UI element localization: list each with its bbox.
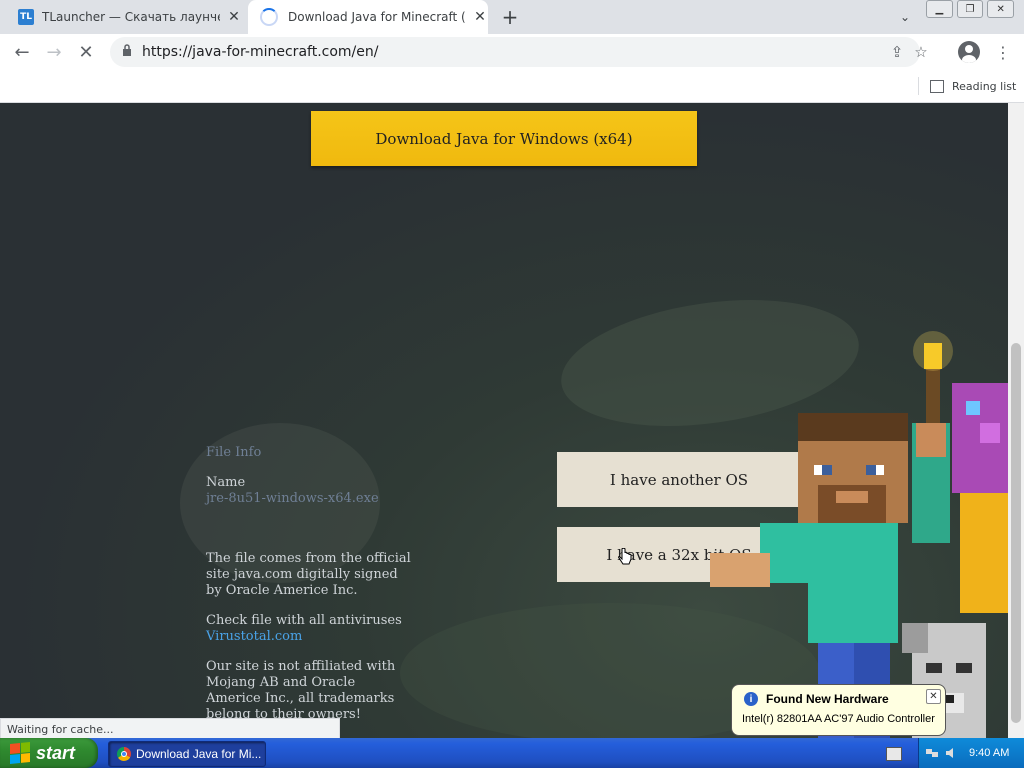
windows-taskbar: start Download Java for Mi... 9:40 AM xyxy=(0,738,1024,768)
scrollbar-thumb[interactable] xyxy=(1011,343,1021,723)
tab-tlauncher[interactable]: TL TLauncher — Скачать лаунчер Ma ✕ xyxy=(0,0,248,34)
disclaimer-text: Our site is not affiliated with xyxy=(206,659,396,674)
stop-loading-icon[interactable]: ✕ xyxy=(74,40,98,64)
file-name-value: jre-8u51-windows-x64.exe xyxy=(206,491,379,506)
reading-list-button[interactable]: Reading list xyxy=(930,76,1016,96)
person-icon xyxy=(962,45,976,63)
file-name-label: Name xyxy=(206,475,246,490)
windows-logo-icon xyxy=(10,741,30,765)
official-source-text: The file comes from the official xyxy=(206,551,411,566)
balloon-title: Found New Hardware xyxy=(766,692,889,706)
browser-status-bubble: Waiting for cache... xyxy=(0,718,340,740)
official-source-text: by Oracle Americe Inc. xyxy=(206,583,358,598)
restore-button[interactable]: ❐ xyxy=(956,0,984,18)
found-new-hardware-balloon[interactable]: i Found New Hardware Intel(r) 82801AA AC… xyxy=(731,684,946,736)
reading-list-icon xyxy=(930,79,944,93)
clock[interactable]: 9:40 AM xyxy=(969,747,1009,759)
browser-toolbar: ← → ✕ https://java-for-minecraft.com/en/… xyxy=(0,34,1024,70)
back-arrow-icon[interactable]: ← xyxy=(10,40,34,64)
forward-arrow-icon[interactable]: → xyxy=(42,40,66,64)
minecraft-steve-illustration xyxy=(710,331,1008,738)
keyboard-icon[interactable] xyxy=(886,747,902,761)
tlauncher-favicon-icon: TL xyxy=(18,9,34,25)
window-controls: ▁ ❐ ✕ xyxy=(926,0,1018,18)
close-window-button[interactable]: ✕ xyxy=(987,0,1015,18)
address-bar[interactable]: https://java-for-minecraft.com/en/ ⇪ ☆ xyxy=(110,37,928,67)
virustotal-link[interactable]: Virustotal.com xyxy=(206,629,302,645)
browser-menu-icon[interactable]: ⋮ xyxy=(994,40,1012,64)
network-icon[interactable] xyxy=(925,747,939,759)
reading-list-label: Reading list xyxy=(952,79,1017,93)
tab-title: TLauncher — Скачать лаунчер Ma xyxy=(42,10,220,24)
lock-icon xyxy=(123,44,131,56)
antivirus-check-text: Check file with all antiviruses xyxy=(206,613,402,628)
page-content: Download Java for Windows (x64) I have a… xyxy=(0,103,1008,738)
tab-close-icon[interactable]: ✕ xyxy=(226,9,242,25)
minimize-button[interactable]: ▁ xyxy=(926,0,953,18)
new-tab-button[interactable]: + xyxy=(498,5,522,29)
url-text: https://java-for-minecraft.com/en/ xyxy=(142,44,379,60)
balloon-close-icon[interactable]: ✕ xyxy=(926,689,941,704)
hand-cursor-icon xyxy=(618,548,632,565)
download-java-x64-button[interactable]: Download Java for Windows (x64) xyxy=(311,111,697,166)
page-scrollbar[interactable] xyxy=(1008,103,1024,738)
file-info-heading: File Info xyxy=(206,445,262,460)
taskbar-item-label: Download Java for Mi... xyxy=(136,747,262,761)
disclaimer-text: Americe Inc., all trademarks xyxy=(206,691,395,706)
tab-close-icon[interactable]: ✕ xyxy=(472,9,488,25)
loading-spinner-icon xyxy=(260,8,278,26)
balloon-text: Intel(r) 82801AA AC'97 Audio Controller xyxy=(742,713,935,725)
bookmark-bar: Reading list xyxy=(0,70,1024,103)
tab-title: Download Java for Minecraft (Recor xyxy=(288,10,466,24)
bookmark-star-icon[interactable]: ☆ xyxy=(910,41,932,63)
system-tray: 9:40 AM xyxy=(918,738,1024,768)
tab-search-chevron-icon[interactable]: ⌄ xyxy=(896,8,914,26)
disclaimer-text: Mojang AB and Oracle xyxy=(206,675,356,690)
bookmark-bar-divider xyxy=(918,77,919,95)
profile-avatar-icon[interactable] xyxy=(958,41,980,63)
taskbar-item-chrome[interactable]: Download Java for Mi... xyxy=(108,741,266,767)
official-source-text: site java.com digitally signed xyxy=(206,567,398,582)
tab-download-java[interactable]: Download Java for Minecraft (Recor ✕ xyxy=(248,0,488,34)
start-button[interactable]: start xyxy=(0,738,98,768)
tab-strip: TL TLauncher — Скачать лаунчер Ma ✕ Down… xyxy=(0,0,1024,34)
share-icon[interactable]: ⇪ xyxy=(886,41,908,63)
volume-icon[interactable] xyxy=(945,747,959,759)
chrome-icon xyxy=(117,747,131,761)
info-icon: i xyxy=(744,692,758,706)
start-label: start xyxy=(36,742,76,763)
